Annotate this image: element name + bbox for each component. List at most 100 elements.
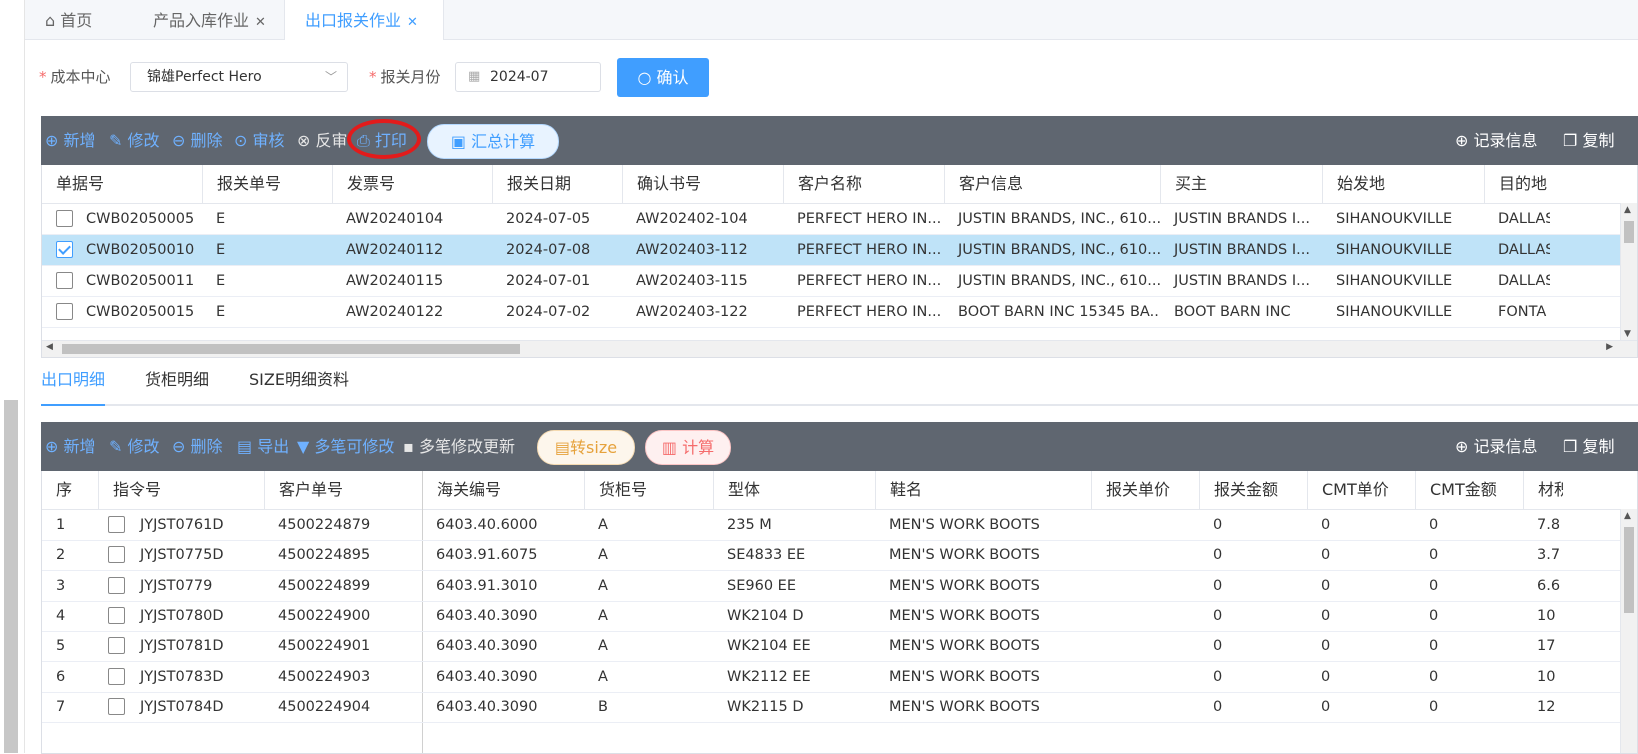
column-header[interactable]: 客户信息 <box>944 165 1160 203</box>
column-header[interactable]: 型体 <box>713 471 875 509</box>
column-header[interactable]: 客户名称 <box>783 165 944 203</box>
close-icon[interactable]: ✕ <box>255 15 266 30</box>
table-row[interactable]: 1 JYJST0761D 4500224879 6403.40.6000 A 235 M M… <box>42 510 1637 541</box>
calc-button[interactable]: ▥ 计算 <box>645 430 731 465</box>
scrollbar-thumb[interactable] <box>1624 221 1634 243</box>
row-checkbox[interactable] <box>56 303 73 320</box>
annotation-circle <box>347 119 421 159</box>
detail-vertical-scrollbar[interactable]: ▲ <box>1620 509 1637 753</box>
scrollbar-thumb[interactable] <box>62 344 520 354</box>
record-info-button[interactable]: ⊕ 记录信息 <box>1455 116 1538 165</box>
row-checkbox[interactable] <box>108 667 125 685</box>
column-header[interactable]: 确认书号 <box>622 165 783 203</box>
row-checkbox[interactable] <box>108 576 125 594</box>
table-row[interactable]: CWB02050011 E AW20240115 2024-07-01 AW20… <box>42 266 1637 297</box>
cell: 4500224903 <box>278 668 371 685</box>
tab-export-declaration[interactable]: 出口报关作业 ✕ <box>284 0 444 40</box>
summary-calc-button[interactable]: ▣ 汇总计算 <box>427 124 559 159</box>
copy-button[interactable]: ❐ 复制 <box>1563 116 1614 165</box>
row-checkbox[interactable] <box>56 241 73 258</box>
cost-center-select[interactable]: 锦雄Perfect Hero ﹀ <box>130 62 348 92</box>
edit-button[interactable]: ✎ 修改 <box>109 422 160 471</box>
column-header[interactable]: 货柜号 <box>584 471 713 509</box>
cell: 0 <box>1321 547 1331 564</box>
cell: 12 <box>1537 698 1556 715</box>
delete-button[interactable]: ⊖ 删除 <box>172 422 223 471</box>
scroll-left-icon[interactable]: ◀ <box>46 342 53 352</box>
row-checkbox[interactable] <box>108 606 125 624</box>
close-icon[interactable]: ✕ <box>407 15 418 30</box>
row-checkbox[interactable] <box>108 637 125 655</box>
column-header[interactable]: 材积 <box>1523 471 1563 509</box>
column-header[interactable]: 客户单号 <box>264 471 422 509</box>
add-button[interactable]: ⊕ 新增 <box>45 422 96 471</box>
master-horizontal-scrollbar[interactable]: ◀ ▶ <box>42 340 1637 357</box>
unaudit-button[interactable]: ⊗ 反审 <box>297 116 348 165</box>
table-row[interactable]: 5 JYJST0781D 4500224901 6403.40.3090 A WK2104… <box>42 631 1637 663</box>
tab-container-detail[interactable]: 货柜明细 <box>145 356 209 404</box>
record-info-button[interactable]: ⊕ 记录信息 <box>1455 422 1538 471</box>
master-vertical-scrollbar[interactable]: ▲ ▼ <box>1620 203 1637 341</box>
cell: AW202403-112 <box>636 242 748 258</box>
cell: AW202403-122 <box>636 304 748 320</box>
column-header[interactable]: 报关日期 <box>492 165 622 203</box>
scroll-up-icon[interactable]: ▲ <box>1624 205 1631 215</box>
column-header[interactable]: CMT金额 <box>1415 471 1523 509</box>
column-header[interactable]: 报关单价 <box>1091 471 1199 509</box>
table-row[interactable]: 6 JYJST0783D 4500224903 6403.40.3090 A WK2112… <box>42 662 1637 693</box>
edit-button[interactable]: ✎ 修改 <box>109 116 160 165</box>
row-checkbox[interactable] <box>56 272 73 289</box>
column-header[interactable]: 单据号 <box>42 165 202 203</box>
cell: 4500224895 <box>278 547 371 564</box>
cell: 6403.91.3010 <box>436 577 538 594</box>
cell: SIHANOUKVILLE <box>1336 304 1453 320</box>
column-header[interactable]: CMT单价 <box>1307 471 1415 509</box>
tab-product-warehousing[interactable]: 产品入库作业 ✕ <box>133 0 293 39</box>
audit-button[interactable]: ⊙ 审核 <box>234 116 285 165</box>
table-row[interactable]: 4 JYJST0780D 4500224900 6403.40.3090 A WK2104… <box>42 601 1637 632</box>
column-header[interactable]: 报关金额 <box>1199 471 1307 509</box>
column-header[interactable]: 鞋名 <box>875 471 1091 509</box>
table-row[interactable]: 2 JYJST0775D 4500224895 6403.91.6075 A SE4833… <box>42 540 1637 572</box>
multi-update-button[interactable]: ▪ 多笔修改更新 <box>403 422 515 471</box>
cell: 2 <box>56 547 66 564</box>
document-icon: ▤ <box>237 437 253 456</box>
to-size-button[interactable]: ▤转size <box>537 430 635 465</box>
column-header[interactable]: 始发地 <box>1322 165 1484 203</box>
multi-edit-button[interactable]: ▼ 多笔可修改 <box>297 422 394 471</box>
column-header[interactable]: 发票号 <box>332 165 492 203</box>
tab-size-detail[interactable]: SIZE明细资料 <box>249 356 349 404</box>
add-button[interactable]: ⊕ 新增 <box>45 116 96 165</box>
row-checkbox[interactable] <box>56 210 73 227</box>
scroll-up-icon[interactable]: ▲ <box>1624 511 1631 521</box>
table-row[interactable]: CWB02050010 E AW20240112 2024-07-08 AW20… <box>42 235 1637 266</box>
left-scrollbar-thumb[interactable] <box>4 400 18 753</box>
export-button[interactable]: ▤ 导出 <box>237 422 289 471</box>
tab-export-detail[interactable]: 出口明细 <box>41 356 106 406</box>
cell: A <box>598 547 608 564</box>
table-row[interactable]: CWB02050015 E AW20240122 2024-07-02 AW20… <box>42 297 1637 328</box>
scroll-down-icon[interactable]: ▼ <box>1624 329 1631 339</box>
column-header[interactable]: 海关编号 <box>422 471 584 509</box>
scroll-right-icon[interactable]: ▶ <box>1606 342 1613 352</box>
month-picker[interactable]: ▦ 2024-07 <box>455 62 601 92</box>
scrollbar-thumb[interactable] <box>1624 527 1634 613</box>
row-checkbox[interactable] <box>108 546 125 564</box>
table-row[interactable]: CWB02050005 E AW20240104 2024-07-05 AW20… <box>42 204 1637 235</box>
tab-home[interactable]: ⌂ 首页 <box>25 0 133 39</box>
cell: DALLAS <box>1498 211 1550 227</box>
confirm-button[interactable]: ○ 确认 <box>617 58 709 97</box>
column-header[interactable]: 目的地 <box>1484 165 1564 203</box>
left-scrollbar[interactable] <box>0 0 25 753</box>
delete-button[interactable]: ⊖ 删除 <box>172 116 223 165</box>
column-header[interactable]: 报关单号 <box>202 165 332 203</box>
cell: JUSTIN BRANDS I... <box>1174 273 1310 289</box>
column-header[interactable]: 指令号 <box>98 471 264 509</box>
column-header[interactable]: 序 <box>42 471 98 509</box>
copy-button[interactable]: ❐ 复制 <box>1563 422 1614 471</box>
row-checkbox[interactable] <box>108 697 125 715</box>
row-checkbox[interactable] <box>108 516 125 533</box>
table-row[interactable]: 7 JYJST0784D 4500224904 6403.40.3090 B WK2115… <box>42 692 1637 723</box>
column-header[interactable]: 买主 <box>1160 165 1322 203</box>
table-row[interactable]: 3 JYJST0779 4500224899 6403.91.3010 A SE960 E… <box>42 571 1637 602</box>
